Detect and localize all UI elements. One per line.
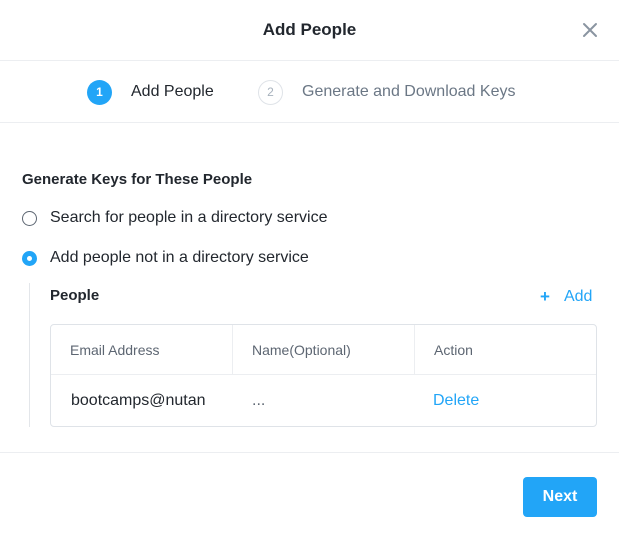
column-header-action: Action xyxy=(415,325,596,375)
delete-button[interactable]: Delete xyxy=(433,375,479,426)
radio-button-unchecked[interactable] xyxy=(22,210,37,226)
radio-button-checked[interactable] xyxy=(22,250,37,266)
step-2-label: Generate and Download Keys xyxy=(302,83,516,100)
indent-divider xyxy=(29,283,30,427)
radio-add-not-in-directory[interactable]: Add people not in a directory service xyxy=(22,249,309,267)
column-header-email: Email Address xyxy=(51,325,233,375)
section-title: Generate Keys for These People xyxy=(22,171,253,188)
column-header-name: Name(Optional) xyxy=(233,325,415,375)
people-table: Email Address Name(Optional) Action boot… xyxy=(50,324,597,427)
email-cell[interactable]: bootcamps@nutan xyxy=(71,375,221,426)
step-1-indicator: 1 xyxy=(87,80,112,105)
step-2-indicator: 2 xyxy=(258,80,283,105)
radio-search-directory[interactable]: Search for people in a directory service xyxy=(22,209,327,227)
radio-label-add-not-in-directory: Add people not in a directory service xyxy=(50,249,309,266)
next-button[interactable]: Next xyxy=(523,477,597,517)
footer-divider xyxy=(0,452,619,453)
add-person-label: Add xyxy=(563,288,593,305)
dialog-header: Add People xyxy=(0,0,619,61)
radio-label-search-directory: Search for people in a directory service xyxy=(50,209,328,226)
name-cell[interactable]: ... xyxy=(252,375,402,426)
add-person-button[interactable]: + Add xyxy=(540,287,592,307)
people-label: People xyxy=(50,287,100,304)
wizard-steps: 1 Add People 2 Generate and Download Key… xyxy=(0,61,619,123)
dialog-title: Add People xyxy=(262,20,357,39)
step-1-label: Add People xyxy=(131,83,214,100)
close-icon[interactable] xyxy=(580,20,600,40)
plus-icon: + xyxy=(540,287,550,306)
